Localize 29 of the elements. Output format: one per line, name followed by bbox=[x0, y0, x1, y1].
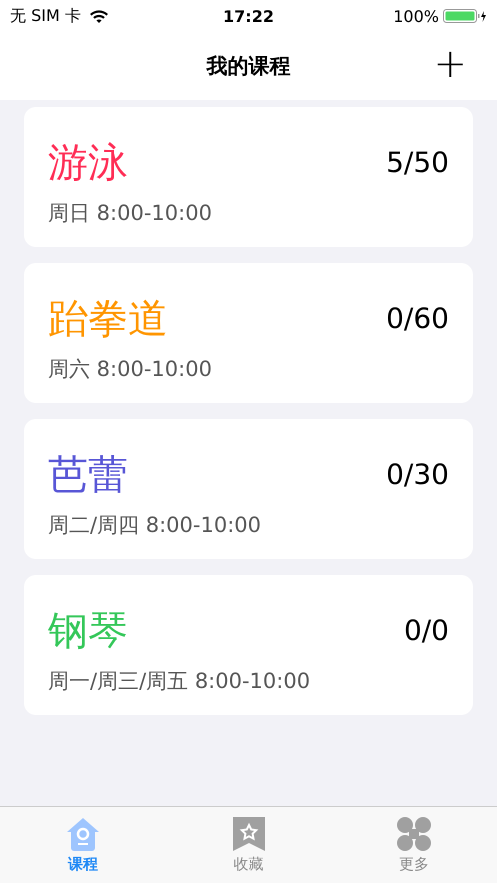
course-schedule: 周日 8:00-10:00 bbox=[48, 200, 213, 227]
course-schedule: 周一/周三/周五 8:00-10:00 bbox=[48, 668, 312, 695]
add-button[interactable]: + bbox=[429, 44, 471, 84]
wifi-icon bbox=[88, 9, 109, 23]
course-schedule: 周六 8:00-10:00 bbox=[48, 356, 213, 383]
page-title: 我的课程 bbox=[206, 53, 290, 80]
course-name: 跆拳道 bbox=[48, 294, 168, 344]
course-schedule: 周二/周四 8:00-10:00 bbox=[48, 512, 262, 539]
bookmark-star-icon bbox=[230, 816, 266, 852]
enrollment-count: 0/0 bbox=[404, 614, 449, 646]
course-name: 芭蕾 bbox=[48, 450, 128, 500]
course-card[interactable]: 游泳 5/50 周日 8:00-10:00 bbox=[24, 107, 473, 247]
four-petal-icon bbox=[396, 816, 432, 852]
house-icon bbox=[64, 816, 101, 852]
course-card[interactable]: 芭蕾 0/30 周二/周四 8:00-10:00 bbox=[24, 419, 473, 559]
course-name: 钢琴 bbox=[48, 606, 128, 656]
tab-label: 更多 bbox=[399, 855, 430, 874]
battery-percent: 100% bbox=[393, 6, 439, 26]
tab-label: 课程 bbox=[68, 855, 98, 874]
enrollment-count: 5/50 bbox=[386, 146, 449, 178]
course-card[interactable]: 钢琴 0/0 周一/周三/周五 8:00-10:00 bbox=[24, 575, 473, 715]
enrollment-count: 0/60 bbox=[386, 302, 449, 334]
course-card[interactable]: 跆拳道 0/60 周六 8:00-10:00 bbox=[24, 263, 473, 403]
battery-icon bbox=[443, 9, 487, 23]
enrollment-count: 0/30 bbox=[386, 458, 449, 490]
tab-label: 收藏 bbox=[234, 855, 264, 874]
carrier-label: 无 SIM 卡 bbox=[10, 6, 81, 26]
clock-time: 17:22 bbox=[223, 6, 274, 26]
course-name: 游泳 bbox=[48, 138, 128, 188]
